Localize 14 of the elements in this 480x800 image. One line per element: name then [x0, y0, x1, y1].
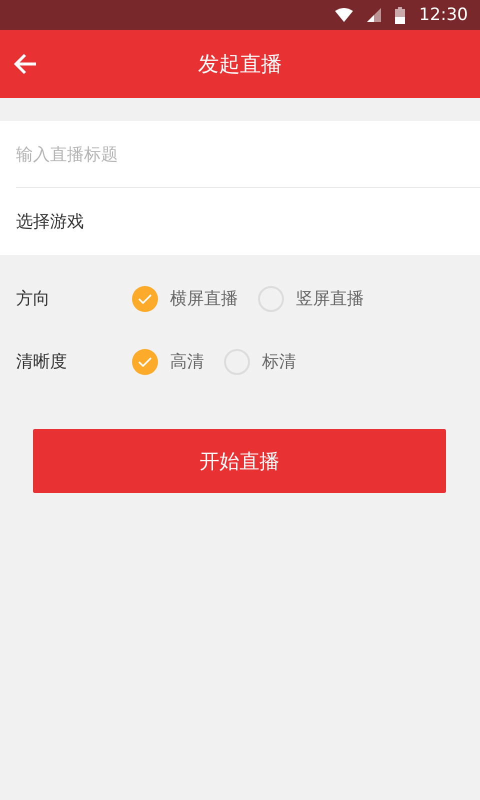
game-select-field[interactable]: 选择游戏	[0, 188, 480, 255]
option-label: 清晰度	[16, 351, 68, 373]
signal-icon	[367, 8, 381, 22]
start-button[interactable]: 开始直播	[33, 429, 446, 493]
page-title: 发起直播	[198, 51, 282, 78]
wifi-icon	[335, 8, 353, 22]
radio-option[interactable]: 横屏直播	[132, 286, 238, 312]
radio-option[interactable]: 标清	[224, 348, 296, 374]
title-input-field[interactable]: 输入直播标题	[0, 121, 480, 188]
battery-icon	[395, 6, 405, 24]
clock-time: 12:30	[419, 5, 468, 25]
option-label: 方向	[16, 288, 51, 310]
radio-option[interactable]: 高清	[132, 348, 204, 374]
radio-option[interactable]: 竖屏直播	[258, 286, 364, 312]
